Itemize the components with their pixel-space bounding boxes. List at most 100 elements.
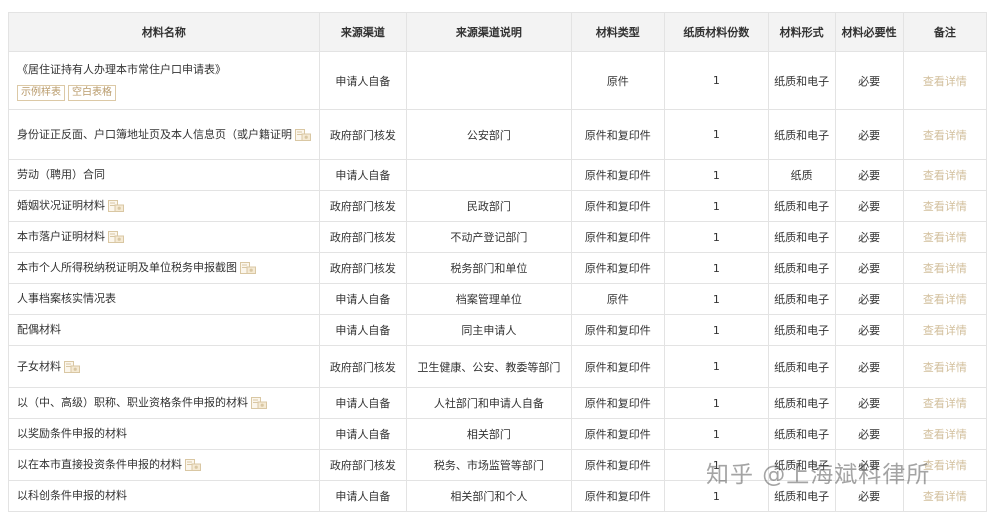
cell-type: 原件和复印件 [570, 449, 666, 481]
cell-channel: 申请人自备 [318, 418, 408, 450]
table-row: 本市个人所得税纳税证明及单位税务申报截图 政府部门核发 税务部门和单位 原件和复印件 1… [8, 252, 988, 284]
cell-channel: 申请人自备 [318, 480, 408, 512]
cell-required: 必要 [834, 345, 904, 388]
cell-type: 原件和复印件 [570, 345, 666, 388]
material-name: 婚姻状况证明材料 [17, 199, 105, 212]
view-details-link[interactable]: 查看详情 [902, 283, 988, 315]
blank-form-tag[interactable]: 空白表格 [68, 84, 116, 101]
cell-required: 必要 [834, 190, 904, 222]
page: 材料名称 来源渠道 来源渠道说明 材料类型 纸质材料份数 材料形式 材料必要性 … [0, 0, 1000, 517]
cell-form: 纸质和电子 [767, 190, 836, 222]
cell-required: 必要 [834, 418, 904, 450]
header-name: 材料名称 [8, 12, 320, 52]
table-header-row: 材料名称 来源渠道 来源渠道说明 材料类型 纸质材料份数 材料形式 材料必要性 … [8, 12, 988, 52]
cell-copies: 1 [664, 387, 769, 419]
view-details-link[interactable]: 查看详情 [902, 109, 988, 160]
table-row: 人事档案核实情况表 申请人自备 档案管理单位 原件 1 纸质和电子 必要 查看详情 [8, 283, 988, 315]
cell-copies: 1 [664, 190, 769, 222]
cell-copies: 1 [664, 283, 769, 315]
cell-required: 必要 [834, 159, 904, 191]
material-name: 以在本市直接投资条件申报的材料 [17, 458, 182, 471]
cell-name: 本市个人所得税纳税证明及单位税务申报截图 [8, 252, 320, 284]
material-name: 子女材料 [17, 359, 61, 373]
view-details-link[interactable]: 查看详情 [902, 221, 988, 253]
cell-name: 以奖励条件申报的材料 [8, 418, 320, 450]
sample-image-icon[interactable] [64, 360, 80, 373]
header-form: 材料形式 [767, 12, 836, 52]
cell-type: 原件和复印件 [570, 387, 666, 419]
sample-image-icon[interactable] [295, 128, 311, 141]
view-details-link[interactable]: 查看详情 [902, 314, 988, 346]
cell-channel-desc: 同主申请人 [406, 314, 572, 346]
cell-channel: 申请人自备 [318, 283, 408, 315]
cell-copies: 1 [664, 418, 769, 450]
view-details-link[interactable]: 查看详情 [902, 418, 988, 450]
material-name: 以科创条件申报的材料 [17, 489, 127, 502]
view-details-link[interactable]: 查看详情 [902, 190, 988, 222]
cell-channel-desc: 人社部门和申请人自备 [406, 387, 572, 419]
material-name: 以（中、高级）职称、职业资格条件申报的材料 [17, 396, 248, 409]
sample-image-icon[interactable] [251, 397, 267, 409]
cell-name: 配偶材料 [8, 314, 320, 346]
cell-channel-desc: 税务部门和单位 [406, 252, 572, 284]
cell-channel-desc: 不动产登记部门 [406, 221, 572, 253]
cell-type: 原件和复印件 [570, 314, 666, 346]
watermark: 知乎 @上海斌科律所 [706, 462, 931, 488]
cell-channel-desc: 民政部门 [406, 190, 572, 222]
view-details-link[interactable]: 查看详情 [902, 252, 988, 284]
cell-channel-desc: 税务、市场监管等部门 [406, 449, 572, 481]
cell-name: 婚姻状况证明材料 [8, 190, 320, 222]
cell-required: 必要 [834, 252, 904, 284]
cell-type: 原件和复印件 [570, 418, 666, 450]
sample-image-icon[interactable] [240, 262, 256, 274]
cell-copies: 1 [664, 159, 769, 191]
cell-name: 人事档案核实情况表 [8, 283, 320, 315]
cell-required: 必要 [834, 51, 904, 110]
cell-channel: 政府部门核发 [318, 345, 408, 388]
table-row: 子女材料 政府部门核发 卫生健康、公安、教委等部门 原件和复印件 1 纸质和电子 必要 查看详… [8, 345, 988, 388]
cell-channel-desc [406, 159, 572, 191]
cell-type: 原件和复印件 [570, 221, 666, 253]
view-details-link[interactable]: 查看详情 [902, 51, 988, 110]
cell-copies: 1 [664, 109, 769, 160]
sample-image-icon[interactable] [185, 459, 201, 471]
view-details-link[interactable]: 查看详情 [902, 387, 988, 419]
table-row: 《居住证持有人办理本市常住户口申请表》 示例样表 空白表格 申请人自备 原件 1 纸质和电子… [8, 51, 988, 110]
cell-channel: 申请人自备 [318, 51, 408, 110]
cell-name: 子女材料 [8, 345, 320, 388]
table-row: 劳动（聘用）合同 申请人自备 原件和复印件 1 纸质 必要 查看详情 [8, 159, 988, 191]
cell-name: 身份证正反面、户口簿地址页及本人信息页（或户籍证明 [8, 109, 320, 160]
sample-image-icon[interactable] [108, 231, 124, 243]
header-channel-desc: 来源渠道说明 [406, 12, 572, 52]
material-name: 人事档案核实情况表 [17, 292, 116, 305]
table-row: 身份证正反面、户口簿地址页及本人信息页（或户籍证明 政府部门核发 公安部门 原件和复印… [8, 109, 988, 160]
sample-form-tag[interactable]: 示例样表 [17, 84, 65, 101]
cell-channel: 政府部门核发 [318, 449, 408, 481]
material-name: 《居住证持有人办理本市常住户口申请表》 [17, 62, 226, 76]
cell-channel-desc: 相关部门 [406, 418, 572, 450]
sample-image-icon[interactable] [108, 200, 124, 212]
cell-required: 必要 [834, 109, 904, 160]
cell-copies: 1 [664, 345, 769, 388]
material-name: 本市落户证明材料 [17, 230, 105, 243]
cell-name: 劳动（聘用）合同 [8, 159, 320, 191]
cell-form: 纸质和电子 [767, 283, 836, 315]
view-details-link[interactable]: 查看详情 [902, 159, 988, 191]
form-tags: 示例样表 空白表格 [17, 83, 315, 101]
cell-channel: 政府部门核发 [318, 190, 408, 222]
cell-copies: 1 [664, 252, 769, 284]
table-row: 本市落户证明材料 政府部门核发 不动产登记部门 原件和复印件 1 纸质和电子 必要 查看详情 [8, 221, 988, 253]
cell-type: 原件和复印件 [570, 109, 666, 160]
table-row: 配偶材料 申请人自备 同主申请人 原件和复印件 1 纸质和电子 必要 查看详情 [8, 314, 988, 346]
cell-channel: 政府部门核发 [318, 221, 408, 253]
cell-channel: 申请人自备 [318, 314, 408, 346]
header-note: 备注 [902, 12, 988, 52]
cell-channel: 政府部门核发 [318, 252, 408, 284]
view-details-link[interactable]: 查看详情 [902, 345, 988, 388]
material-name: 劳动（聘用）合同 [17, 168, 105, 181]
material-name: 配偶材料 [17, 323, 61, 336]
cell-type: 原件和复印件 [570, 190, 666, 222]
cell-type: 原件和复印件 [570, 159, 666, 191]
cell-name: 以（中、高级）职称、职业资格条件申报的材料 [8, 387, 320, 419]
cell-channel-desc [406, 51, 572, 110]
